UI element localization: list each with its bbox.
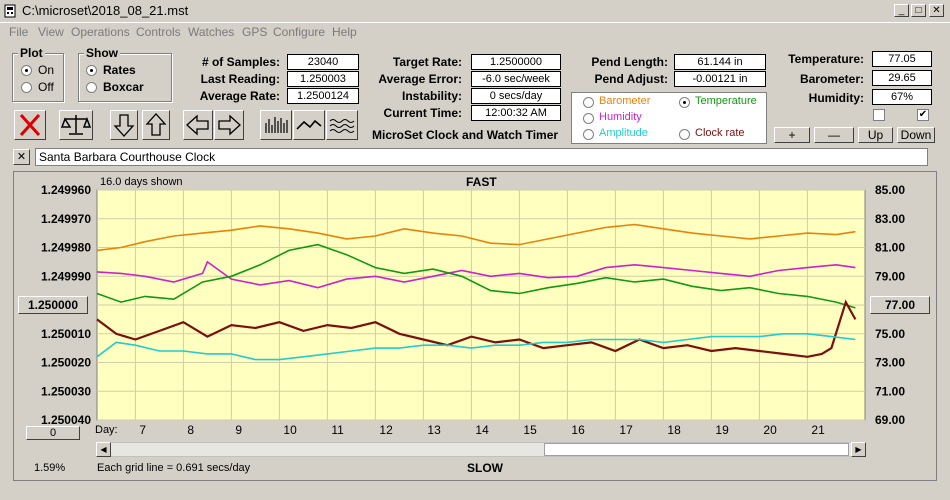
right-tick-label: 79.00 — [875, 269, 905, 283]
right-tick-label: 85.00 — [875, 183, 905, 197]
right-tick-label: 69.00 — [875, 413, 905, 427]
left-tick-label: 1.250030 — [41, 384, 91, 398]
day-axis-label: Day: — [95, 424, 118, 436]
right-tick-label: 81.00 — [875, 241, 905, 255]
scroll-thumb[interactable] — [544, 443, 849, 456]
x-tick-label: 7 — [139, 423, 146, 437]
left-tick-label: 1.249970 — [41, 212, 91, 226]
left-axis-value-button[interactable]: 1.250000 — [18, 296, 88, 314]
x-tick-label: 19 — [715, 423, 729, 437]
x-tick-label: 14 — [475, 423, 489, 437]
right-tick-label: 71.00 — [875, 384, 905, 398]
x-tick-label: 9 — [235, 423, 242, 437]
slow-label: SLOW — [467, 461, 503, 475]
scroll-left-button[interactable]: ◀ — [96, 442, 111, 457]
right-tick-label: 73.00 — [875, 356, 905, 370]
left-tick-label: 1.249960 — [41, 183, 91, 197]
left-tick-label: 1.250020 — [41, 356, 91, 370]
percent-label: 1.59% — [34, 462, 66, 474]
zero-button[interactable]: 0 — [26, 426, 80, 440]
x-tick-label: 10 — [283, 423, 297, 437]
x-tick-label: 11 — [331, 423, 344, 437]
x-tick-label: 18 — [667, 423, 681, 437]
x-tick-label: 16 — [571, 423, 585, 437]
x-tick-label: 21 — [811, 423, 825, 437]
right-tick-label: 83.00 — [875, 212, 905, 226]
x-tick-label: 8 — [187, 423, 194, 437]
x-tick-label: 20 — [763, 423, 777, 437]
grid-note-label: Each grid line = 0.691 secs/day — [97, 462, 251, 474]
left-tick-label: 1.250010 — [41, 327, 91, 341]
x-tick-label: 12 — [379, 423, 393, 437]
scroll-right-button[interactable]: ▶ — [851, 442, 866, 457]
x-tick-label: 17 — [619, 423, 633, 437]
x-tick-label: 15 — [523, 423, 537, 437]
chart-plot: 1.249960 85.00 1.249970 83.00 1.249980 81.00 1… — [41, 183, 905, 437]
left-tick-label: 1.249980 — [41, 241, 91, 255]
left-tick-label: 1.250040 — [41, 413, 91, 427]
left-tick-label: 1.249990 — [41, 269, 91, 283]
right-axis-value-button[interactable]: 77.00 — [870, 296, 930, 314]
x-tick-label: 13 — [427, 423, 441, 437]
right-tick-label: 75.00 — [875, 327, 905, 341]
